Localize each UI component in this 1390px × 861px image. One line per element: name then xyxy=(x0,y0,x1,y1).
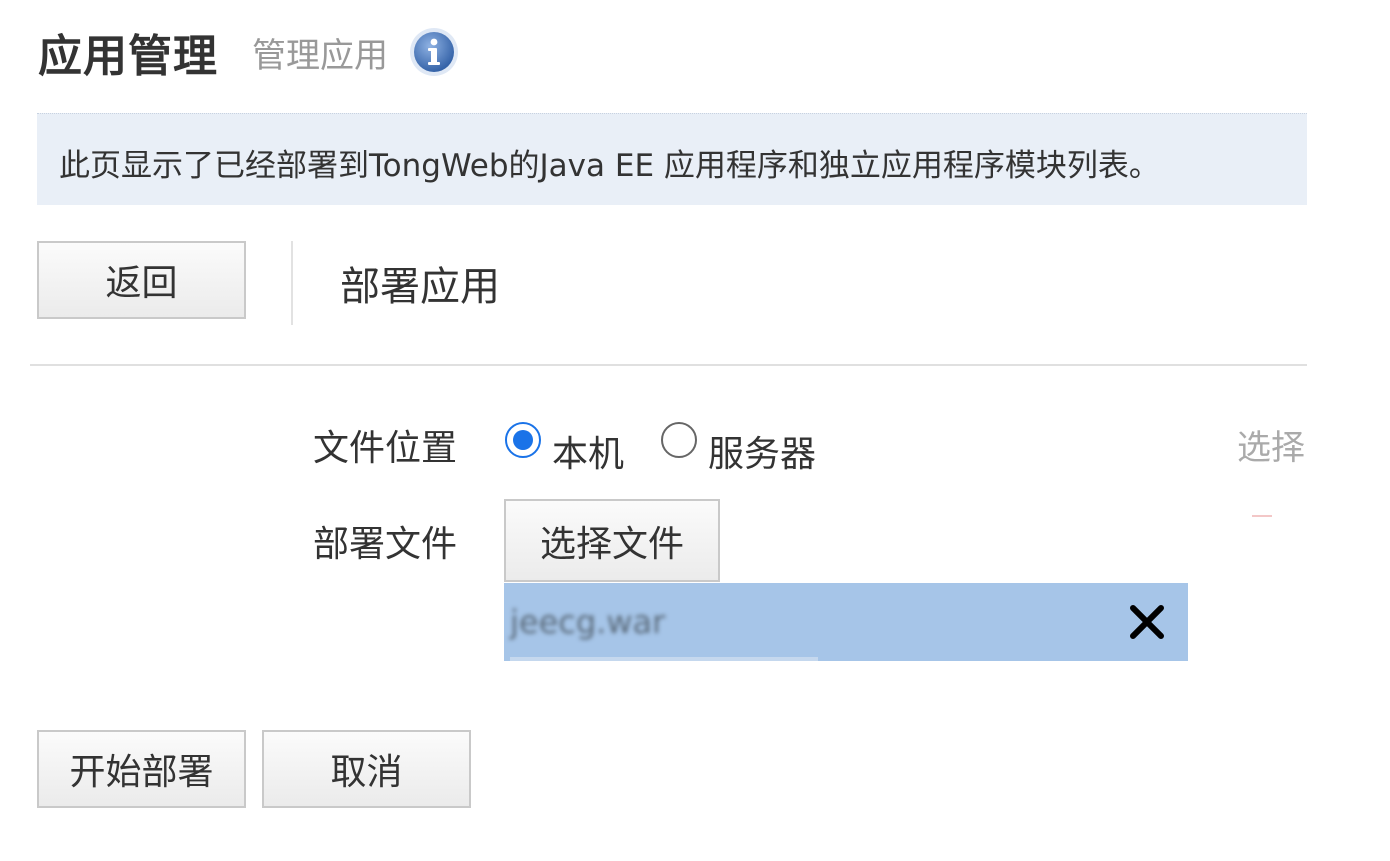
file-location-label: 文件位置 xyxy=(313,428,458,469)
toolbar-divider xyxy=(291,241,293,325)
choose-hint-text: 选择 xyxy=(1237,428,1305,468)
close-icon[interactable] xyxy=(1126,601,1168,643)
radio-server[interactable] xyxy=(661,422,697,458)
app-management-page: 应用管理 管理应用 此页显示了已经部署到TongWeb的Java EE 应用程序… xyxy=(0,0,1390,861)
info-icon[interactable] xyxy=(408,26,460,78)
section-divider xyxy=(30,364,1307,366)
page-title: 应用管理 xyxy=(38,31,218,82)
radio-local[interactable] xyxy=(505,422,541,458)
radio-server-label[interactable]: 服务器 xyxy=(708,425,816,477)
section-title: 部署应用 xyxy=(340,264,500,310)
page-header: 应用管理 管理应用 xyxy=(38,20,460,84)
file-progress-underline xyxy=(510,657,818,661)
start-deploy-button[interactable]: 开始部署 xyxy=(37,730,246,808)
choose-file-button[interactable]: 选择文件 xyxy=(504,499,720,582)
back-button[interactable]: 返回 xyxy=(37,241,246,319)
decorative-mark xyxy=(1252,515,1272,517)
cancel-button[interactable]: 取消 xyxy=(262,730,471,808)
radio-selected-dot xyxy=(513,430,533,450)
radio-local-label[interactable]: 本机 xyxy=(552,425,624,477)
selected-file-item[interactable]: jeecg.war xyxy=(504,583,1188,661)
description-banner: 此页显示了已经部署到TongWeb的Java EE 应用程序和独立应用程序模块列… xyxy=(37,113,1307,205)
banner-text: 此页显示了已经部署到TongWeb的Java EE 应用程序和独立应用程序模块列… xyxy=(59,148,1160,184)
selected-file-name: jeecg.war xyxy=(510,603,666,641)
deploy-file-label: 部署文件 xyxy=(313,524,458,565)
page-subtitle: 管理应用 xyxy=(252,35,388,76)
